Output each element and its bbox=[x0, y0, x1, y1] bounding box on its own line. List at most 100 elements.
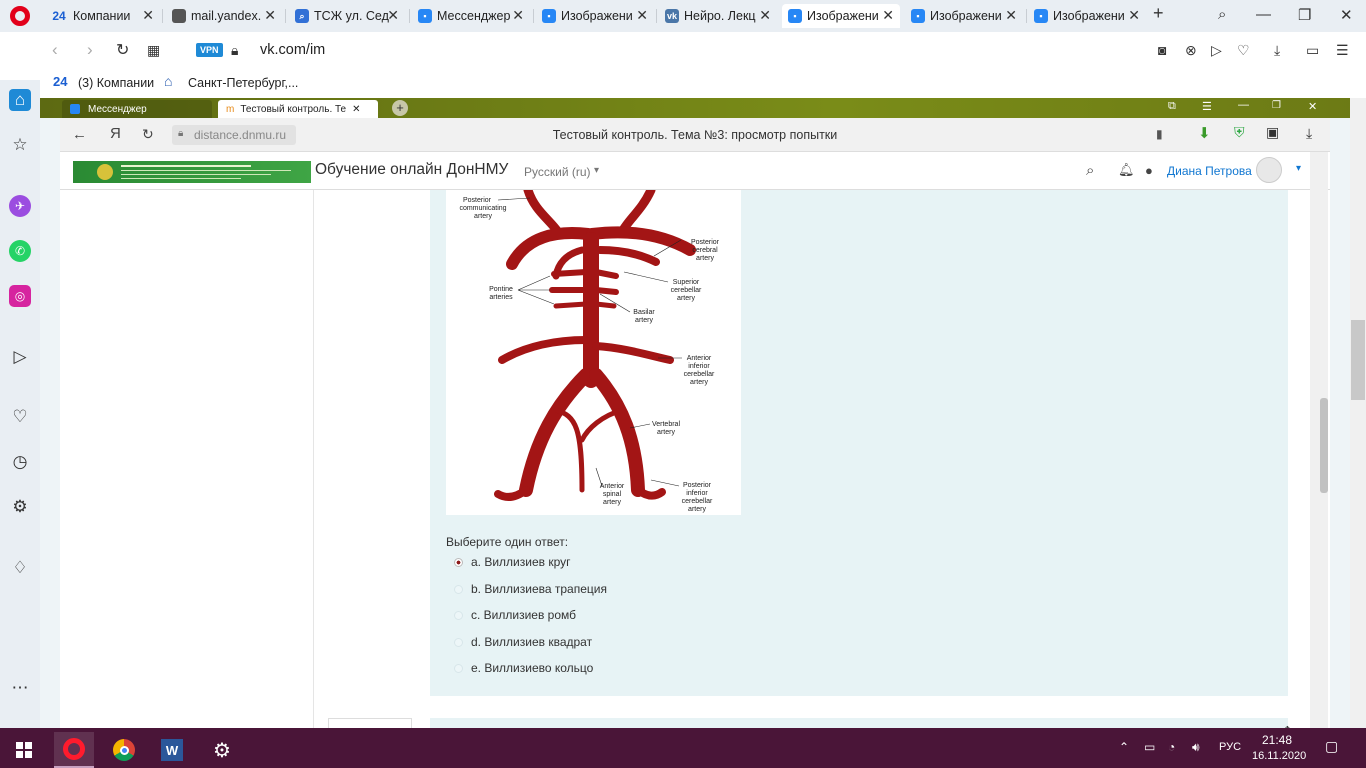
tab-images-3[interactable]: ▪ Изображени ✕ bbox=[905, 4, 1023, 28]
page-scrollbar[interactable] bbox=[1350, 98, 1366, 728]
answer-option-b[interactable]: b. Виллизиева трапеция bbox=[454, 579, 607, 599]
new-tab-button[interactable]: + bbox=[1153, 3, 1164, 24]
answer-option-d[interactable]: d. Виллизиев квадрат bbox=[454, 632, 592, 652]
notifications-icon[interactable]: ▢ bbox=[1325, 738, 1338, 755]
shield-icon[interactable]: ⛨ bbox=[1234, 124, 1245, 141]
chevron-up-icon[interactable]: ⌃ bbox=[1119, 740, 1129, 754]
clock[interactable]: 21:48 16.11.2020 bbox=[1252, 732, 1306, 764]
opera-taskbar-app[interactable] bbox=[54, 732, 94, 768]
avatar[interactable] bbox=[1256, 157, 1282, 183]
tips-icon[interactable]: ♢ bbox=[9, 557, 31, 579]
menu-icon[interactable]: ☰ bbox=[1336, 42, 1349, 59]
close-icon[interactable]: ✕ bbox=[636, 7, 648, 24]
more-icon[interactable]: ⋯ bbox=[9, 677, 31, 699]
instagram-icon[interactable]: ◎ bbox=[9, 285, 31, 307]
back-icon[interactable]: ‹ bbox=[52, 40, 58, 60]
inner-tab-messenger[interactable]: Мессенджер bbox=[62, 100, 212, 118]
heart-icon[interactable]: ♡ bbox=[9, 406, 31, 428]
tab-neuro[interactable]: vk Нейро. Лекц ✕ bbox=[659, 4, 777, 28]
wifi-icon[interactable]: ◔ bbox=[1168, 740, 1175, 754]
battery-icon[interactable]: ▭ bbox=[1144, 740, 1155, 754]
radio[interactable] bbox=[454, 637, 463, 647]
send-icon[interactable]: ▷ bbox=[1211, 42, 1222, 59]
tab-companies[interactable]: 24 Компании ✕ bbox=[44, 4, 160, 28]
radio[interactable] bbox=[454, 610, 463, 620]
maximize-icon[interactable]: ❐ bbox=[1272, 100, 1281, 111]
star-icon[interactable]: ☆ bbox=[9, 134, 31, 156]
bookmark-companies[interactable]: (3) Компании bbox=[78, 76, 154, 90]
tab-tszh[interactable]: ⌕ ТСЖ ул. Сед ✕ bbox=[289, 4, 405, 28]
send-icon[interactable]: ▷ bbox=[9, 346, 31, 368]
history-icon[interactable]: ◷ bbox=[9, 451, 31, 473]
minimize-button[interactable]: — bbox=[1256, 6, 1271, 23]
menu-icon[interactable]: ☰ bbox=[1202, 100, 1212, 113]
opera-menu-icon[interactable] bbox=[10, 6, 30, 26]
language-indicator[interactable]: РУС bbox=[1219, 741, 1241, 753]
close-window-button[interactable]: ✕ bbox=[1340, 6, 1353, 24]
settings-icon[interactable]: ⚙ bbox=[9, 496, 31, 518]
word-taskbar-app[interactable]: W bbox=[152, 732, 192, 768]
vpn-badge[interactable]: VPN bbox=[196, 43, 223, 57]
snap-icon[interactable]: ⧉ bbox=[1168, 100, 1176, 113]
close-icon[interactable]: ✕ bbox=[352, 104, 360, 115]
close-icon[interactable]: ✕ bbox=[264, 7, 276, 24]
page-scrollbar-thumb[interactable] bbox=[1351, 320, 1365, 400]
settings-taskbar-app[interactable]: ⚙ bbox=[202, 732, 242, 768]
minimize-icon[interactable]: — bbox=[1238, 99, 1249, 111]
tab-messenger[interactable]: ▪ Мессенджер ✕ bbox=[412, 4, 530, 28]
new-tab-icon[interactable]: + bbox=[392, 100, 408, 116]
left-column bbox=[60, 190, 314, 728]
volume-icon[interactable]: 🔊︎ bbox=[1192, 740, 1200, 755]
close-icon[interactable]: ✕ bbox=[1005, 7, 1017, 24]
block-icon[interactable]: ⊗ bbox=[1185, 42, 1197, 59]
windows-start-button[interactable] bbox=[4, 732, 44, 768]
maximize-button[interactable]: ❐ bbox=[1298, 6, 1311, 24]
search-tabs-icon[interactable]: ⌕ bbox=[1218, 6, 1226, 23]
answer-option-a[interactable]: a. Виллизиев круг bbox=[454, 552, 571, 572]
close-icon[interactable]: ✕ bbox=[512, 7, 524, 24]
bookmark-icon[interactable]: ▮ bbox=[1156, 127, 1163, 141]
battery-icon[interactable]: ▭ bbox=[1306, 42, 1319, 59]
camera-icon[interactable]: ◙ bbox=[1158, 42, 1166, 58]
language-select[interactable]: Русский (ru) bbox=[524, 165, 591, 179]
close-icon[interactable]: ✕ bbox=[759, 7, 771, 24]
inner-tab-test[interactable]: m Тестовый контроль. Те ✕ bbox=[218, 100, 378, 118]
site-title[interactable]: Обучение онлайн ДонНМУ bbox=[315, 161, 508, 179]
tab-mail[interactable]: mail.yandex. ✕ bbox=[166, 4, 282, 28]
whatsapp-icon[interactable]: ✆ bbox=[9, 240, 31, 262]
download-arrow-icon[interactable]: ⬇ bbox=[1198, 124, 1211, 142]
search-icon[interactable]: ⌕ bbox=[1086, 162, 1094, 179]
tab-images-1[interactable]: ▪ Изображени ✕ bbox=[536, 4, 654, 28]
message-icon[interactable]: ● bbox=[1145, 163, 1153, 178]
bell-icon[interactable]: 🔔︎ bbox=[1118, 162, 1135, 178]
radio-selected[interactable] bbox=[454, 557, 463, 567]
site-logo[interactable] bbox=[73, 161, 311, 183]
close-icon[interactable]: ✕ bbox=[1308, 100, 1317, 113]
chevron-down-icon[interactable]: ▾ bbox=[1296, 163, 1301, 174]
url-field[interactable]: vk.com/im bbox=[260, 42, 325, 58]
user-name[interactable]: Диана Петрова bbox=[1167, 164, 1252, 178]
download-icon[interactable]: ⤓ bbox=[1306, 125, 1312, 142]
speed-dial-icon[interactable]: ▦ bbox=[147, 42, 160, 59]
close-icon[interactable]: ✕ bbox=[142, 7, 154, 24]
inner-scrollbar-thumb[interactable] bbox=[1320, 398, 1328, 493]
download-icon[interactable]: ⤓ bbox=[1274, 42, 1280, 59]
tab-images-active[interactable]: ▪ Изображени ✕ bbox=[782, 4, 900, 28]
forward-icon[interactable]: › bbox=[87, 40, 93, 60]
radio[interactable] bbox=[454, 663, 463, 673]
messenger-icon[interactable]: ✈ bbox=[9, 195, 31, 217]
tab-images-4[interactable]: ▪ Изображени ✕ bbox=[1028, 4, 1146, 28]
home-icon[interactable]: ⌂ bbox=[9, 89, 31, 111]
heart-icon[interactable]: ♡ bbox=[1237, 42, 1250, 59]
close-icon[interactable]: ✕ bbox=[387, 7, 399, 24]
close-icon[interactable]: ✕ bbox=[882, 7, 894, 24]
bookmark-spb[interactable]: Санкт-Петербург,... bbox=[188, 76, 298, 90]
answer-option-c[interactable]: c. Виллизиев ромб bbox=[454, 605, 576, 625]
chrome-taskbar-app[interactable] bbox=[104, 732, 144, 768]
answer-option-e[interactable]: e. Виллизиево кольцо bbox=[454, 658, 593, 678]
close-icon[interactable]: ✕ bbox=[1128, 7, 1140, 24]
chevron-down-icon[interactable]: ▾ bbox=[594, 165, 599, 176]
reload-icon[interactable]: ↻ bbox=[116, 40, 129, 60]
radio[interactable] bbox=[454, 584, 463, 594]
chat-icon[interactable]: ▣ bbox=[1266, 124, 1279, 141]
